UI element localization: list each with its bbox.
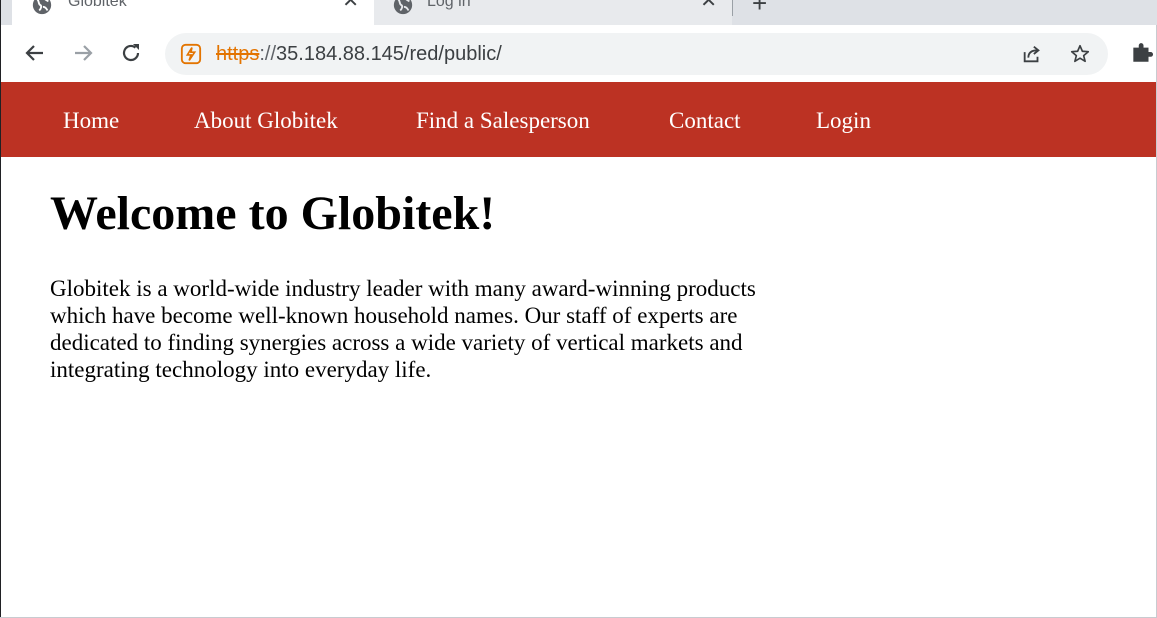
- page-title: Welcome to Globitek!: [50, 187, 496, 240]
- globe-icon: [32, 0, 52, 15]
- tab-title: Globitek: [68, 0, 127, 10]
- nav-contact[interactable]: Contact: [669, 108, 741, 134]
- site-nav: Home About Globitek Find a Salesperson C…: [1, 82, 1157, 157]
- reload-icon[interactable]: [117, 39, 145, 67]
- plus-icon[interactable]: +: [752, 0, 767, 16]
- nav-login[interactable]: Login: [816, 108, 871, 134]
- address-bar[interactable]: https://35.184.88.145/red/public/: [165, 33, 1108, 75]
- url-text[interactable]: https://35.184.88.145/red/public/: [216, 43, 502, 66]
- tab-globitek[interactable]: Globitek ✕: [12, 0, 374, 25]
- share-icon[interactable]: [1021, 43, 1043, 65]
- browser-window: Globitek ✕ Log in ✕ + https://35.184.88.…: [0, 0, 1157, 618]
- tab-strip: Globitek ✕ Log in ✕ +: [0, 0, 1157, 25]
- forward-arrow-icon[interactable]: [69, 39, 97, 67]
- not-secure-icon[interactable]: [180, 43, 202, 65]
- tab-title: Log in: [427, 0, 471, 10]
- browser-toolbar: https://35.184.88.145/red/public/: [1, 25, 1156, 83]
- url-scheme: https: [216, 43, 260, 65]
- tab-separator: [732, 0, 733, 16]
- url-path: 35.184.88.145/red/public/: [276, 43, 502, 65]
- tab-log-in[interactable]: Log in ✕: [374, 0, 732, 25]
- url-separator: ://: [259, 43, 277, 65]
- back-arrow-icon[interactable]: [21, 39, 49, 67]
- puzzle-icon[interactable]: [1129, 39, 1155, 65]
- globe-icon: [393, 0, 413, 15]
- window-border-left: [0, 0, 1, 618]
- intro-paragraph: Globitek is a world-wide industry leader…: [50, 276, 756, 382]
- star-icon[interactable]: [1069, 43, 1091, 65]
- close-tab-icon[interactable]: ✕: [700, 0, 717, 11]
- nav-home[interactable]: Home: [63, 108, 119, 134]
- nav-find-a-salesperson[interactable]: Find a Salesperson: [416, 108, 590, 134]
- nav-about-globitek[interactable]: About Globitek: [194, 108, 338, 134]
- close-tab-icon[interactable]: ✕: [342, 0, 359, 11]
